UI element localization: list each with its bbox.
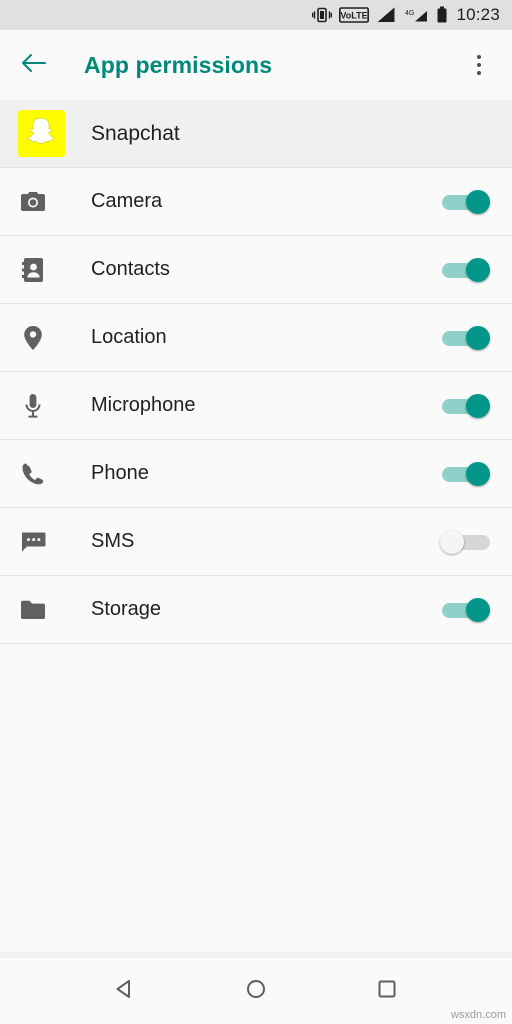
page-title: App permissions <box>84 51 273 78</box>
watermark: wsxdn.com <box>450 1009 506 1021</box>
permission-label: Storage <box>91 598 162 620</box>
permission-label: Camera <box>91 190 163 212</box>
app-header-row: Snapchat <box>0 100 512 168</box>
volte-icon: VoLTE <box>339 7 370 23</box>
triangle-back-icon <box>114 978 136 1005</box>
permission-toggle-microphone[interactable] <box>440 392 494 420</box>
permission-toggle-contacts[interactable] <box>440 256 494 284</box>
signal-icon-1 <box>376 7 396 23</box>
more-vert-icon-dot3 <box>477 71 481 75</box>
camera-icon <box>18 190 48 214</box>
toggle-thumb <box>466 257 490 282</box>
toggle-thumb <box>466 597 490 622</box>
toggle-thumb <box>466 393 490 418</box>
permission-row-location[interactable]: Location <box>0 304 512 372</box>
permission-row-phone[interactable]: Phone <box>0 440 512 508</box>
app-icon <box>18 110 65 157</box>
nav-home-button[interactable] <box>236 971 276 1011</box>
permission-list: Camera Contacts Location Microphone Phon… <box>0 168 512 644</box>
phone-icon <box>18 462 48 486</box>
nav-back-button[interactable] <box>105 971 145 1011</box>
permission-label: Location <box>91 326 167 348</box>
square-recents-icon <box>376 978 398 1005</box>
permission-toggle-phone[interactable] <box>440 460 494 488</box>
sms-icon <box>18 531 48 553</box>
permission-row-sms[interactable]: SMS <box>0 508 512 576</box>
toggle-thumb <box>466 461 490 486</box>
battery-icon <box>436 6 448 24</box>
status-icons: VoLTE 4G <box>312 6 448 24</box>
app-bar: App permissions <box>0 30 512 100</box>
permission-toggle-sms[interactable] <box>440 528 494 556</box>
toggle-thumb <box>466 325 490 350</box>
vibrate-icon <box>312 7 333 23</box>
permission-label: Phone <box>91 462 149 484</box>
content-empty-area <box>0 644 512 952</box>
microphone-icon <box>18 393 48 419</box>
snapchat-ghost-icon <box>25 114 59 153</box>
overflow-menu-button[interactable] <box>464 48 494 82</box>
toggle-thumb <box>466 189 490 214</box>
arrow-back-icon <box>21 52 47 79</box>
nav-recents-button[interactable] <box>367 971 407 1011</box>
location-pin-icon <box>18 325 48 351</box>
permission-label: Microphone <box>91 394 196 416</box>
permission-label: Contacts <box>91 258 170 280</box>
permission-label: SMS <box>91 530 135 552</box>
permission-toggle-camera[interactable] <box>440 188 494 216</box>
permission-toggle-storage[interactable] <box>440 596 494 624</box>
svg-text:VoLTE: VoLTE <box>341 11 368 21</box>
status-bar: VoLTE 4G 10:23 <box>0 0 512 30</box>
back-button[interactable] <box>18 49 50 81</box>
status-time: 10:23 <box>456 5 500 24</box>
permission-row-storage[interactable]: Storage <box>0 576 512 644</box>
system-navigation-bar <box>0 958 512 1024</box>
circle-home-icon <box>245 978 267 1005</box>
svg-text:4G: 4G <box>405 10 414 17</box>
permission-row-camera[interactable]: Camera <box>0 168 512 236</box>
permission-toggle-location[interactable] <box>440 324 494 352</box>
contacts-icon <box>18 257 48 283</box>
toggle-thumb <box>440 529 464 554</box>
app-name: Snapchat <box>91 121 180 145</box>
permission-row-microphone[interactable]: Microphone <box>0 372 512 440</box>
more-vert-icon <box>477 55 481 59</box>
storage-folder-icon <box>18 599 48 621</box>
more-vert-icon-dot2 <box>477 63 481 67</box>
signal-4g-icon: 4G <box>403 7 429 23</box>
permission-row-contacts[interactable]: Contacts <box>0 236 512 304</box>
